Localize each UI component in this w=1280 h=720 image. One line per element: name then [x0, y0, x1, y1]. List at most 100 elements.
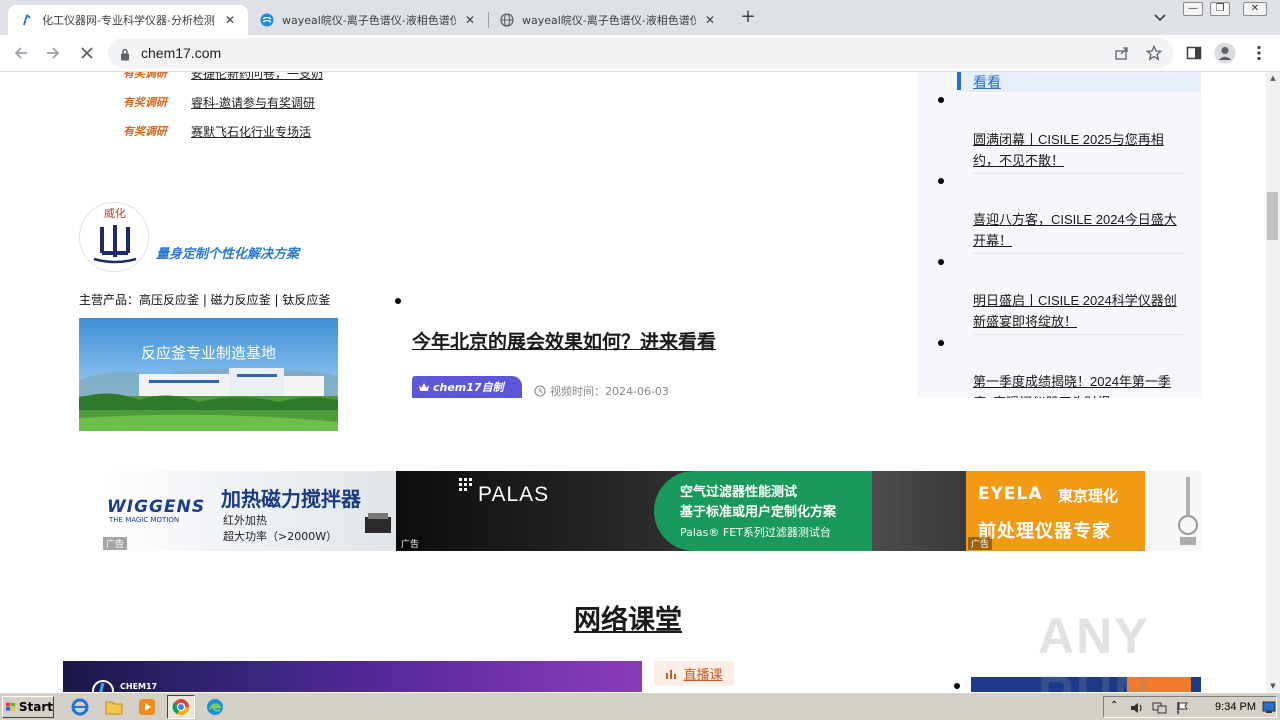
section-title[interactable]: 网络课堂 [574, 598, 682, 637]
wiggens-brand-sub: THE MAGIC MOTION [109, 516, 180, 524]
course-banner[interactable]: CHEM17 [63, 661, 642, 692]
share-icon[interactable] [1113, 45, 1131, 61]
chem17-logo-icon [92, 680, 114, 692]
ad-label: 广告 [398, 537, 423, 550]
media-player-icon[interactable] [137, 697, 157, 717]
list-bullet [938, 97, 944, 103]
news-sidebar: 看看 圆满闭幕丨CISILE 2025与您再相约，不见不散！ 喜迎八方客，CIS… [917, 72, 1201, 398]
sidebar-more-link[interactable]: 看看 [973, 72, 1001, 92]
wiggens-line2: 超大功率（>2000W） [223, 530, 338, 543]
taskbar-clock: 9:34 PM [1215, 701, 1256, 713]
clock-icon [534, 385, 546, 397]
tab-wayeal-2[interactable]: wayeal皖仪-离子色谱仪-液相色谱仪 ✕ [488, 5, 728, 35]
sidebar-accent-bar [957, 72, 961, 90]
survey-item[interactable]: 有奖调研 睿科-邀请参与有奖调研 [123, 93, 315, 111]
news-divider [973, 253, 1183, 254]
chem17-favicon-icon [20, 13, 34, 27]
bookmark-star-icon[interactable] [1145, 45, 1163, 61]
wiggens-ad[interactable]: WIGGENS THE MAGIC MOTION 加热磁力搅拌器 红外加热 超大… [101, 471, 396, 551]
instrument-product-icon [1178, 477, 1198, 545]
company-slogan: 量身定制个性化解决方案 [156, 247, 300, 262]
new-tab-button[interactable]: + [737, 8, 759, 28]
window-close-button[interactable]: ✕ [1243, 2, 1267, 16]
survey-link[interactable]: 安捷伦新药问卷，一支奶 [191, 72, 323, 82]
screen: 化工仪器网-专业科学仪器-分析检测 ✕ wayeal皖仪-离子色谱仪-液相色谱仪… [0, 0, 1280, 720]
back-arrow-icon[interactable] [9, 41, 33, 65]
ie-icon[interactable] [70, 697, 90, 717]
start-button[interactable]: Start [2, 696, 54, 718]
news-link[interactable]: 明日盛启丨CISILE 2024科学仪器创新盛宴即将绽放！ [973, 290, 1183, 332]
live-course-tab[interactable]: 直播课 [654, 661, 734, 686]
wiggens-brand: WIGGENS [107, 497, 206, 517]
reactor-logo-icon [93, 225, 137, 264]
profile-avatar-icon[interactable] [1213, 41, 1237, 65]
kebab-menu-icon[interactable] [1247, 41, 1271, 65]
crown-icon [419, 383, 429, 391]
tab-close-icon[interactable]: ✕ [702, 12, 718, 28]
palas-brand: PALAS [478, 483, 550, 506]
chrome-icon[interactable] [171, 697, 191, 717]
browser-toolbar: chem17.com [0, 35, 1280, 72]
factory-banner[interactable]: 反应釜专业制造基地 [79, 318, 338, 431]
show-desktop-icon[interactable] [1262, 699, 1276, 718]
minimize-button[interactable]: — [1183, 2, 1203, 16]
start-label: Start [18, 700, 53, 714]
video-badge-label: chem17自制 [433, 381, 504, 394]
tab-title: 化工仪器网-专业科学仪器-分析检测 [42, 14, 215, 27]
tab-wayeal-1[interactable]: wayeal皖仪-离子色谱仪-液相色谱仪 ✕ [248, 5, 488, 35]
news-link[interactable]: 喜迎八方客，CISILE 2024今日盛大开幕！ [973, 209, 1183, 251]
volume-icon[interactable] [1130, 700, 1144, 719]
ad-banner-row: WIGGENS THE MAGIC MOTION 加热磁力搅拌器 红外加热 超大… [101, 471, 1201, 551]
list-bullet [395, 298, 401, 304]
survey-tag: 有奖调研 [123, 96, 167, 109]
video-date-text: 视频时间：2024-06-03 [550, 385, 669, 398]
survey-item[interactable]: 有奖调研 赛默飞石化行业专场活 [123, 122, 311, 140]
scroll-down-arrow-icon[interactable]: ▼ [1266, 680, 1280, 692]
palas-line3: Palas® FET系列过滤器测试台 [680, 526, 831, 539]
tab-close-icon[interactable]: ✕ [462, 12, 478, 28]
stop-loading-icon[interactable] [75, 41, 99, 65]
restore-button[interactable]: ❐ [1210, 2, 1230, 16]
company-logo[interactable]: 威化 [79, 202, 149, 272]
factory-image [79, 318, 338, 431]
address-bar[interactable]: chem17.com [108, 38, 1174, 68]
video-date: 视频时间：2024-06-03 [534, 383, 669, 399]
news-link[interactable]: 第一季度成绩揭晓！2024年第一季度5家瞬间仪器厂头财报 [973, 371, 1183, 398]
survey-link[interactable]: 睿科-邀请参与有奖调研 [191, 94, 315, 111]
page-scrollbar[interactable]: ▲ ▼ [1266, 72, 1280, 692]
eyela-brand: EYELA [978, 484, 1043, 504]
palas-ad[interactable]: PALAS 空气过滤器性能测试 基于标准或用户定制化方案 Palas® FET系… [396, 471, 966, 551]
edge-icon[interactable] [205, 697, 225, 717]
tab-close-icon[interactable]: ✕ [222, 12, 238, 28]
news-link[interactable]: 圆满闭幕丨CISILE 2025与您再相约，不见不散！ [973, 129, 1183, 171]
course-logo-text: CHEM17 [120, 682, 158, 691]
wayeal-favicon-icon [260, 13, 274, 27]
eyela-ad[interactable]: EYELA 東京理化 前处理仪器专家 广告 [966, 471, 1201, 551]
list-bullet [938, 340, 944, 346]
tab-chem17[interactable]: 化工仪器网-专业科学仪器-分析检测 ✕ [8, 5, 248, 35]
tab-search-chevron-icon[interactable] [1148, 6, 1172, 30]
news-divider [973, 334, 1183, 335]
windows-taskbar: Start ⌃ 9:34 PM [0, 692, 1280, 720]
ad-label: 广告 [103, 537, 128, 550]
tray-expand-icon[interactable]: ⌃ [1110, 700, 1118, 711]
survey-item[interactable]: 有奖调研 安捷伦新药问卷，一支奶 [123, 72, 323, 82]
news-divider [973, 173, 1183, 174]
folder-icon[interactable] [104, 697, 124, 717]
survey-link[interactable]: 赛默飞石化行业专场活 [191, 123, 311, 140]
web-page: 有奖调研 安捷伦新药问卷，一支奶 有奖调研 睿科-邀请参与有奖调研 有奖调研 赛… [0, 72, 1266, 692]
ad-label: 广告 [968, 537, 993, 550]
tab-title: wayeal皖仪-离子色谱仪-液相色谱仪 [282, 14, 456, 27]
video-title-link[interactable]: 今年北京的展会效果如何？进来看看 [412, 327, 716, 354]
bar-chart-icon [666, 669, 677, 679]
wiggens-line1: 红外加热 [223, 514, 267, 527]
side-panel-icon[interactable] [1182, 41, 1206, 65]
forward-arrow-icon[interactable] [41, 41, 65, 65]
windows-logo-icon [6, 702, 16, 711]
scrollbar-thumb[interactable] [1267, 192, 1278, 240]
globe-icon [500, 13, 514, 27]
scroll-up-arrow-icon[interactable]: ▲ [1266, 72, 1280, 84]
network-icon[interactable] [1152, 700, 1168, 719]
video-badge: chem17自制 [412, 376, 522, 398]
flag-icon[interactable] [1176, 700, 1190, 719]
